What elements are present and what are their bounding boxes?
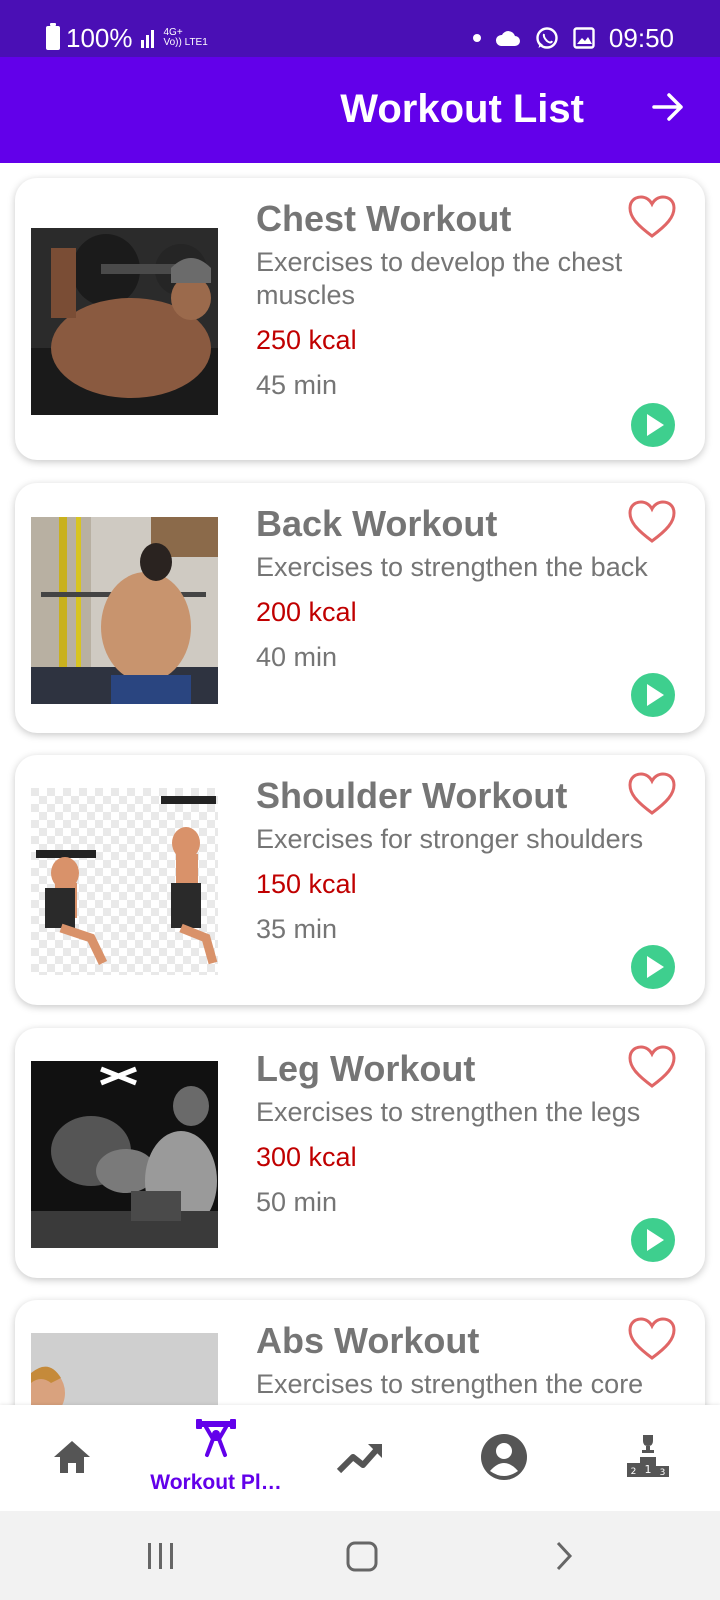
- arrow-right-icon[interactable]: [648, 87, 688, 127]
- play-button[interactable]: [631, 945, 675, 989]
- workout-card-shoulder[interactable]: Shoulder Workout Exercises for stronger …: [15, 755, 705, 1005]
- abs-photo: [31, 1333, 218, 1405]
- workout-description: Exercises to strengthen the core: [256, 1369, 644, 1399]
- gallery-icon: [573, 27, 595, 49]
- status-left: 100% 4G+ Vo)) LTE1: [46, 23, 208, 53]
- workout-kcal: 300 kcal: [256, 1142, 357, 1172]
- bottom-navigation: Workout Pl… 1 2 3: [0, 1405, 720, 1511]
- heart-icon[interactable]: [627, 1316, 677, 1362]
- system-navigation-bar: [0, 1511, 720, 1600]
- status-time: 09:50: [608, 23, 674, 53]
- heart-icon[interactable]: [627, 771, 677, 817]
- whatsapp-icon: [536, 27, 558, 49]
- play-button[interactable]: [631, 673, 675, 717]
- leg-press-photo: [31, 1061, 218, 1248]
- workout-title: Back Workout: [256, 503, 498, 544]
- notification-dot-icon: [472, 34, 481, 42]
- workout-card-chest[interactable]: Chest Workout Exercises to develop the c…: [15, 178, 705, 460]
- workout-duration: 40 min: [256, 642, 338, 672]
- app-screen: 100% 4G+ Vo)) LTE1 09:50 Workout List Ch…: [0, 0, 720, 1600]
- workout-title: Abs Workout: [256, 1320, 480, 1361]
- heart-icon[interactable]: [627, 1044, 677, 1090]
- nav-progress[interactable]: [288, 1405, 432, 1511]
- app-header: Workout List: [0, 57, 720, 163]
- play-button[interactable]: [631, 1218, 675, 1262]
- workout-description: Exercises to strengthen the legs: [256, 1097, 641, 1127]
- workout-kcal: 150 kcal: [256, 869, 357, 899]
- svg-text:1: 1: [645, 1463, 652, 1476]
- trending-up-icon: [336, 1444, 382, 1474]
- chest-press-photo: [31, 228, 218, 415]
- account-icon: [481, 1434, 527, 1480]
- workout-description: Exercises for stronger shoulders: [256, 824, 644, 854]
- nav-profile[interactable]: [432, 1405, 576, 1511]
- svg-text:3: 3: [660, 1468, 666, 1478]
- workout-description: Exercises to strengthen the back: [256, 552, 648, 582]
- page-title: Workout List: [340, 87, 584, 131]
- home-button-icon[interactable]: [345, 1535, 379, 1577]
- recent-apps-icon[interactable]: [146, 1535, 176, 1577]
- workout-title: Leg Workout: [256, 1048, 476, 1089]
- heart-icon[interactable]: [627, 499, 677, 545]
- nav-label: Workout Pl…: [150, 1471, 282, 1494]
- workout-card-abs[interactable]: Abs Workout Exercises to strengthen the …: [15, 1300, 705, 1405]
- workout-kcal: 200 kcal: [256, 597, 357, 627]
- network-indicator: 4G+ Vo)) LTE1: [164, 28, 208, 48]
- nav-home[interactable]: [0, 1405, 144, 1511]
- workout-duration: 45 min: [256, 370, 338, 400]
- status-right: 09:50: [472, 23, 674, 53]
- workout-duration: 50 min: [256, 1187, 338, 1217]
- network-bottom: Vo)) LTE1: [163, 37, 208, 48]
- workout-image: [31, 1333, 218, 1405]
- svg-text:2: 2: [631, 1467, 637, 1477]
- nav-leaderboard[interactable]: 1 2 3: [576, 1405, 720, 1511]
- status-bar: 100% 4G+ Vo)) LTE1 09:50: [0, 0, 720, 57]
- workout-image: [31, 517, 218, 704]
- workout-description: Exercises to develop the chest muscles: [256, 247, 623, 310]
- back-icon[interactable]: [552, 1535, 576, 1577]
- workout-list[interactable]: Chest Workout Exercises to develop the c…: [0, 163, 720, 1405]
- battery-level: 100%: [66, 23, 133, 53]
- cloud-icon: [495, 31, 520, 46]
- battery-icon: [46, 23, 60, 50]
- workout-kcal: 250 kcal: [256, 325, 357, 355]
- play-button[interactable]: [631, 403, 675, 447]
- heart-icon[interactable]: [627, 194, 677, 240]
- workout-duration: 35 min: [256, 914, 338, 944]
- weightlifting-icon: [196, 1419, 236, 1457]
- workout-image: [31, 228, 218, 415]
- workout-image: [31, 788, 218, 975]
- shoulder-press-illustration: [31, 788, 218, 975]
- home-icon: [54, 1441, 90, 1473]
- signal-icon: [140, 28, 154, 48]
- lat-pulldown-photo: [31, 517, 218, 704]
- workout-title: Shoulder Workout: [256, 775, 568, 816]
- workout-card-leg[interactable]: Leg Workout Exercises to strengthen the …: [15, 1028, 705, 1278]
- workout-card-back[interactable]: Back Workout Exercises to strengthen the…: [15, 483, 705, 733]
- leaderboard-podium-icon: 1 2 3: [627, 1435, 669, 1478]
- workout-image: [31, 1061, 218, 1248]
- nav-workout-plan[interactable]: Workout Pl…: [144, 1405, 288, 1511]
- workout-title: Chest Workout: [256, 198, 512, 239]
